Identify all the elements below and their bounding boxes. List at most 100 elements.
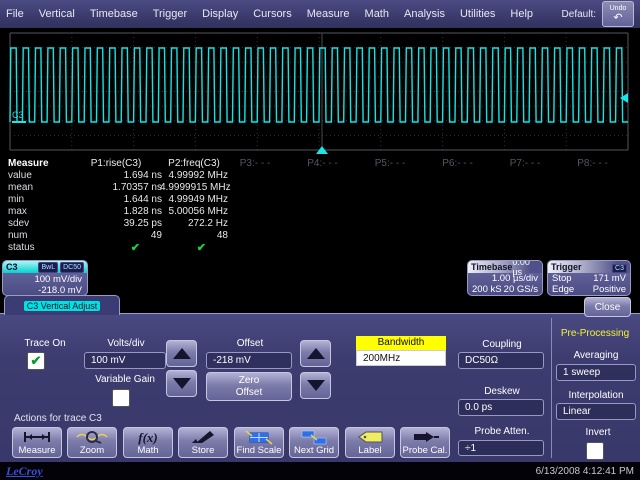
deskew-field[interactable]: 0.0 ps — [458, 399, 544, 416]
measure-value: 1.644 ns — [70, 194, 162, 206]
measure-status-check: ✔ — [70, 242, 162, 254]
offset-increase-button[interactable] — [300, 340, 331, 367]
bandwidth-limit-badge: BwL — [38, 262, 58, 273]
label-action-button[interactable]: Label — [345, 427, 395, 458]
bandwidth-field[interactable]: 200MHz — [356, 350, 446, 366]
timebase-per-div: 1.00 µs/div — [492, 273, 538, 284]
lecroy-logo[interactable]: LeCroy — [6, 464, 43, 479]
next-grid-action-button[interactable]: Next Grid — [289, 427, 339, 458]
oscilloscope-screen: File Vertical Timebase Trigger Display Cursor… — [0, 0, 640, 480]
menu-item-file[interactable]: File — [6, 8, 24, 20]
invert-checkbox[interactable] — [586, 442, 604, 460]
coupling-field[interactable]: DC50Ω — [458, 352, 544, 369]
channel-box-header: C3 BwL DC50 — [3, 261, 87, 273]
waveform-plot[interactable]: C3 — [0, 28, 640, 157]
volts-div-field[interactable]: 100 mV — [84, 352, 166, 369]
undo-button[interactable]: Undo ↶ — [602, 1, 634, 27]
trigger-descriptor-box[interactable]: Trigger C3 Stop 171 mV Edge Positive — [547, 260, 631, 296]
svg-text:f(x): f(x) — [138, 430, 158, 445]
trigger-slope: Positive — [593, 284, 626, 295]
measure-value: 48 — [160, 230, 228, 242]
channel-offset-marker[interactable]: C3 — [12, 110, 26, 123]
menu-item-vertical[interactable]: Vertical — [39, 8, 75, 20]
menu-item-display[interactable]: Display — [202, 8, 238, 20]
trigger-level: 171 mV — [593, 273, 626, 284]
status-bar: LeCroy 6/13/2008 4:12:41 PM — [0, 462, 640, 480]
zero-offset-button[interactable]: Zero Offset — [206, 372, 292, 401]
measure-value: 49 — [70, 230, 162, 242]
menu-items: File Vertical Timebase Trigger Display Cursor… — [6, 8, 533, 20]
menu-item-cursors[interactable]: Cursors — [253, 8, 292, 20]
zoom-icon — [68, 429, 116, 445]
trace-on-checkbox[interactable]: ✔ — [27, 352, 45, 370]
measure-status-check: ✔ — [160, 242, 228, 254]
trigger-source-badge: C3 — [612, 264, 627, 273]
measure-column-p4[interactable]: P4:- - - — [293, 157, 353, 170]
tab-c3-vertical-adjust[interactable]: C3 Vertical Adjust — [4, 295, 120, 315]
measure-row-label: min — [8, 194, 68, 206]
store-action-button[interactable]: Store — [178, 427, 228, 458]
measure-value: 1.828 ns — [70, 206, 162, 218]
measure-row-labels: Measure valuemeanminmaxsdevnumstatus — [8, 157, 68, 254]
measure-value: 5.00056 MHz — [160, 206, 228, 218]
timebase-title: Timebase — [471, 262, 512, 272]
trigger-type: Edge — [552, 284, 574, 295]
zero-offset-line2: Offset — [213, 387, 285, 399]
measure-column-p6[interactable]: P6:- - - — [428, 157, 488, 170]
channel-descriptor-box[interactable]: C3 BwL DC50 100 mV/div -218.0 mV — [2, 260, 88, 296]
menu-item-math[interactable]: Math — [365, 8, 389, 20]
invert-label: Invert — [570, 427, 626, 438]
measure-icon — [13, 429, 61, 445]
timebase-descriptor-box[interactable]: Timebase 0.00 µs 1.00 µs/div 200 kS 20 G… — [467, 260, 543, 296]
probe-atten-label: Probe Atten. — [462, 426, 542, 437]
variable-gain-checkbox[interactable] — [112, 389, 130, 407]
deskew-label: Deskew — [462, 386, 542, 397]
down-arrow-icon — [307, 380, 325, 391]
interpolation-field[interactable]: Linear — [556, 403, 636, 420]
measure-value: 4.99949 MHz — [160, 194, 228, 206]
trigger-level-marker[interactable] — [620, 93, 628, 103]
trace — [10, 48, 628, 122]
measure-row-label: value — [8, 170, 68, 182]
measure-column-p3[interactable]: P3:- - - — [225, 157, 285, 170]
menu-item-help[interactable]: Help — [510, 8, 533, 20]
offset-field[interactable]: -218 mV — [206, 352, 292, 369]
find-scale-action-button[interactable]: Find Scale — [234, 427, 284, 458]
measure-column-p7[interactable]: P7:- - - — [495, 157, 555, 170]
volts-div-increase-button[interactable] — [166, 340, 197, 367]
probe-atten-field[interactable]: ÷1 — [458, 440, 544, 456]
measure-column-p8[interactable]: P8:- - - — [563, 157, 623, 170]
menu-item-utilities[interactable]: Utilities — [460, 8, 495, 20]
menu-item-measure[interactable]: Measure — [307, 8, 350, 20]
averaging-label: Averaging — [554, 350, 638, 361]
averaging-field[interactable]: 1 sweep — [556, 364, 636, 381]
math-action-button[interactable]: f(x) Math — [123, 427, 173, 458]
close-button[interactable]: Close — [584, 297, 631, 317]
menu-item-timebase[interactable]: Timebase — [90, 8, 138, 20]
offset-label: Offset — [210, 338, 290, 349]
trigger-title: Trigger — [551, 262, 582, 272]
offset-decrease-button[interactable] — [300, 372, 331, 399]
probe-cal-action-button[interactable]: Probe Cal. — [400, 427, 450, 458]
measure-row-label: sdev — [8, 218, 68, 230]
menu-bar: File Vertical Timebase Trigger Display Cursor… — [0, 0, 640, 28]
measure-column-header: P7:- - - — [495, 157, 555, 170]
dialog-body: Trace On ✔ Volts/div 100 mV Variable Gai… — [0, 313, 640, 463]
store-icon — [179, 429, 227, 445]
measure-column-p2[interactable]: P2:freq(C3)4.99992 MHz4.9999915 MHz4.999… — [160, 157, 228, 254]
preprocessing-title: Pre-Processing — [552, 328, 638, 339]
measure-column-header: P4:- - - — [293, 157, 353, 170]
volts-div-decrease-button[interactable] — [166, 370, 197, 397]
dialog-tab-label: C3 Vertical Adjust — [24, 301, 101, 311]
math-fx-icon: f(x) — [124, 429, 172, 445]
timebase-samples: 200 kS — [472, 284, 502, 295]
zoom-action-button[interactable]: Zoom — [67, 427, 117, 458]
measure-column-p5[interactable]: P5:- - - — [360, 157, 420, 170]
measure-value: 1.70357 ns — [70, 182, 162, 194]
menu-item-analysis[interactable]: Analysis — [404, 8, 445, 20]
measure-action-button[interactable]: Measure — [12, 427, 62, 458]
measure-title: Measure — [8, 157, 68, 170]
measure-column-header: P3:- - - — [225, 157, 285, 170]
measure-column-p1[interactable]: P1:rise(C3)1.694 ns1.70357 ns1.644 ns1.8… — [70, 157, 162, 254]
menu-item-trigger[interactable]: Trigger — [153, 8, 187, 20]
